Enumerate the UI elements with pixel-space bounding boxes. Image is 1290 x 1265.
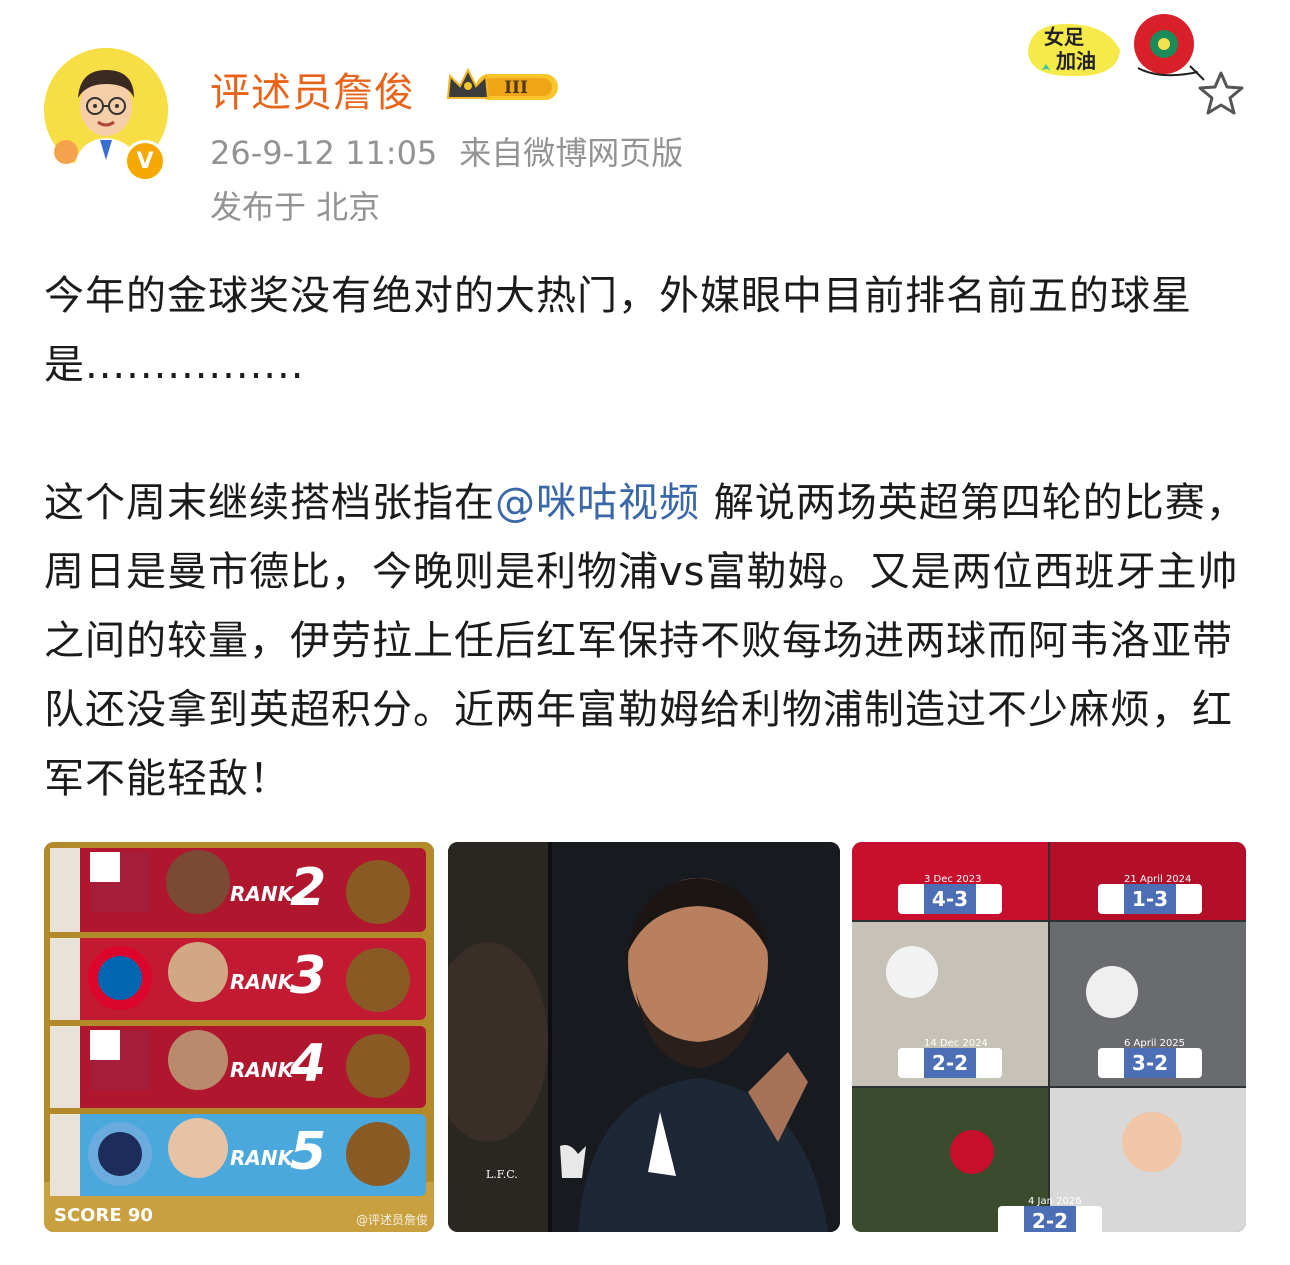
match-score: 1-3 [1098, 884, 1202, 914]
match-date: 6 April 2025 [1124, 1038, 1186, 1049]
post-location: 发布于 北京 [210, 188, 381, 226]
member-level-crown-icon[interactable]: III [446, 66, 562, 106]
lfc-crest-text: L.F.C. [486, 1168, 518, 1181]
image-managers[interactable]: L.F.C. [448, 842, 840, 1232]
level-text: III [504, 78, 528, 98]
match-date: 21 April 2024 [1124, 874, 1192, 885]
image-score-collage[interactable]: 4-3 3 Dec 2023 1-3 21 April 2024 2-2 14 … [852, 842, 1246, 1232]
rank-label: RANK [230, 970, 294, 994]
username[interactable]: 评述员詹俊 [210, 60, 415, 118]
sticker-line2: 加油 [1055, 49, 1096, 73]
verified-badge-icon: V [124, 140, 166, 182]
match-score: 4-3 [898, 884, 1002, 914]
rank-label: RANK [230, 882, 294, 906]
post-source: 来自微博网页版 [459, 134, 684, 172]
favorite-star-icon[interactable] [1196, 70, 1246, 116]
timestamp[interactable]: 26-9-12 11:05 [210, 134, 437, 172]
watermark: @评述员詹俊 [355, 1213, 428, 1227]
match-score: 2-2 [898, 1048, 1002, 1078]
team-support-sticker: 女足 加油 [1028, 14, 1205, 81]
match-date: 14 Dec 2024 [924, 1038, 988, 1049]
rank-number: 4 [290, 1034, 327, 1094]
score90-logo: SCORE 90 [54, 1205, 153, 1226]
rank-label: RANK [230, 1058, 294, 1082]
post-body: 今年的金球奖没有绝对的大热门，外媒眼中目前排名前五的球星是...........… [44, 262, 1254, 814]
match-score: 3-2 [1098, 1048, 1202, 1078]
rank-number: 3 [290, 946, 327, 1006]
post-paragraph-2: 这个周末继续搭档张指在@咪咕视频 解说两场英超第四轮的比赛，周日是曼市德比，今晚… [44, 469, 1254, 814]
post-meta: 26-9-12 11:05 来自微博网页版 [210, 128, 683, 174]
post-paragraph-2-text: 这个周末继续搭档张指在 [44, 480, 495, 526]
post-paragraph-2-rest: 解说两场英超第四轮的比赛，周日是曼市德比，今晚则是利物浦vs富勒姆。又是两位西班… [44, 480, 1247, 802]
rank-number: 2 [290, 858, 327, 918]
rank-number: 5 [290, 1122, 327, 1182]
sticker-line1: 女足 [1044, 25, 1085, 49]
rank-row: RANK 4 [44, 1028, 434, 1108]
rank-row: RANK 2 [44, 852, 434, 932]
rank-row: RANK 5 [44, 1116, 434, 1196]
mention-link[interactable]: @咪咕视频 [495, 480, 700, 526]
post-paragraph-1: 今年的金球奖没有绝对的大热门，外媒眼中目前排名前五的球星是...........… [44, 273, 1192, 388]
match-score: 2-2 [998, 1206, 1102, 1232]
match-date: 3 Dec 2023 [924, 874, 982, 885]
rank-label: RANK [230, 1146, 294, 1170]
match-date: 4 Jan 2026 [1028, 1196, 1082, 1207]
rank-row: RANK 3 [44, 940, 434, 1020]
image-ranking-graphic[interactable]: RANK 2 RANK 3 RANK 4 RANK 5 SCORE 90 @评述… [44, 842, 434, 1232]
